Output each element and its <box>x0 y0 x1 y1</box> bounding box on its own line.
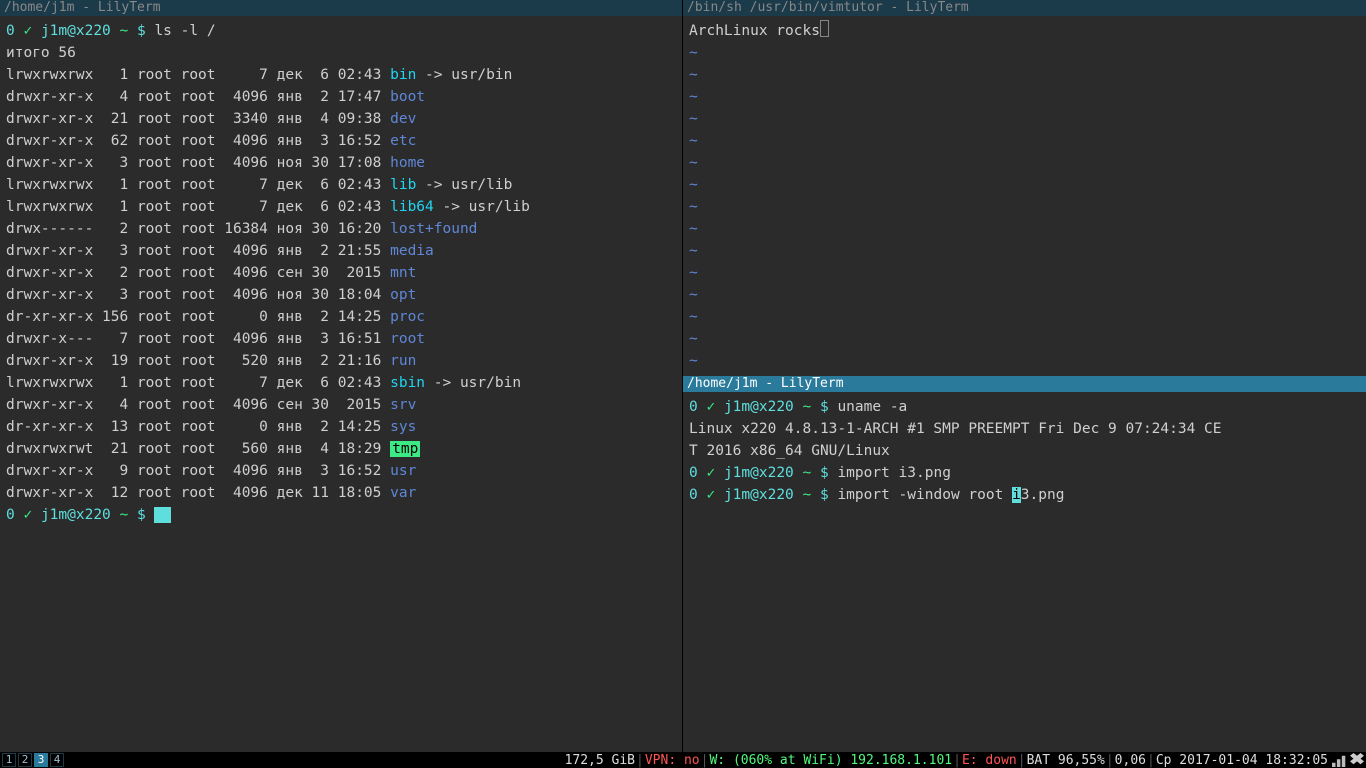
workspace-4[interactable]: 4 <box>50 753 64 767</box>
workspace-2[interactable]: 2 <box>18 753 32 767</box>
workspace-1[interactable]: 1 <box>2 753 16 767</box>
desktop: /home/j1m - LilyTerm 0 ✓ j1m@x220 ~ $ ls… <box>0 0 1366 768</box>
status-vpn: VPN: no <box>645 753 700 768</box>
right-top-terminal[interactable]: ArchLinux rocks~~~~~~~~~~~~~~~ <box>683 16 1366 376</box>
status-right: 172,5 GiB| VPN: no| W: (060% at WiFi) 19… <box>565 753 1364 768</box>
workspace-3[interactable]: 3 <box>34 753 48 767</box>
network-icon[interactable] <box>1332 753 1346 767</box>
right-top-titlebar[interactable]: /bin/sh /usr/bin/vimtutor - LilyTerm <box>683 0 1366 16</box>
status-eth: E: down <box>962 753 1017 768</box>
left-pane: /home/j1m - LilyTerm 0 ✓ j1m@x220 ~ $ ls… <box>0 0 683 752</box>
left-titlebar[interactable]: /home/j1m - LilyTerm <box>0 0 682 16</box>
status-load: 0,06 <box>1115 753 1146 768</box>
workspace-list: 1234 <box>2 753 64 767</box>
dropbox-icon[interactable] <box>1350 753 1364 767</box>
status-bat: BAT 96,55% <box>1027 753 1105 768</box>
status-disk: 172,5 GiB <box>565 753 635 768</box>
left-terminal[interactable]: 0 ✓ j1m@x220 ~ $ ls -l /итого 56lrwxrwxr… <box>0 16 682 752</box>
right-bottom-terminal[interactable]: 0 ✓ j1m@x220 ~ $ uname -aLinux x220 4.8.… <box>683 392 1366 752</box>
right-pane: /bin/sh /usr/bin/vimtutor - LilyTerm Arc… <box>683 0 1366 752</box>
status-date: Ср 2017-01-04 18:32:05 <box>1156 753 1328 768</box>
tiling-area: /home/j1m - LilyTerm 0 ✓ j1m@x220 ~ $ ls… <box>0 0 1366 752</box>
right-bottom-titlebar[interactable]: /home/j1m - LilyTerm <box>683 376 1366 392</box>
statusbar: 1234 172,5 GiB| VPN: no| W: (060% at WiF… <box>0 752 1366 768</box>
status-wifi: W: (060% at WiFi) 192.168.1.101 <box>709 753 952 768</box>
